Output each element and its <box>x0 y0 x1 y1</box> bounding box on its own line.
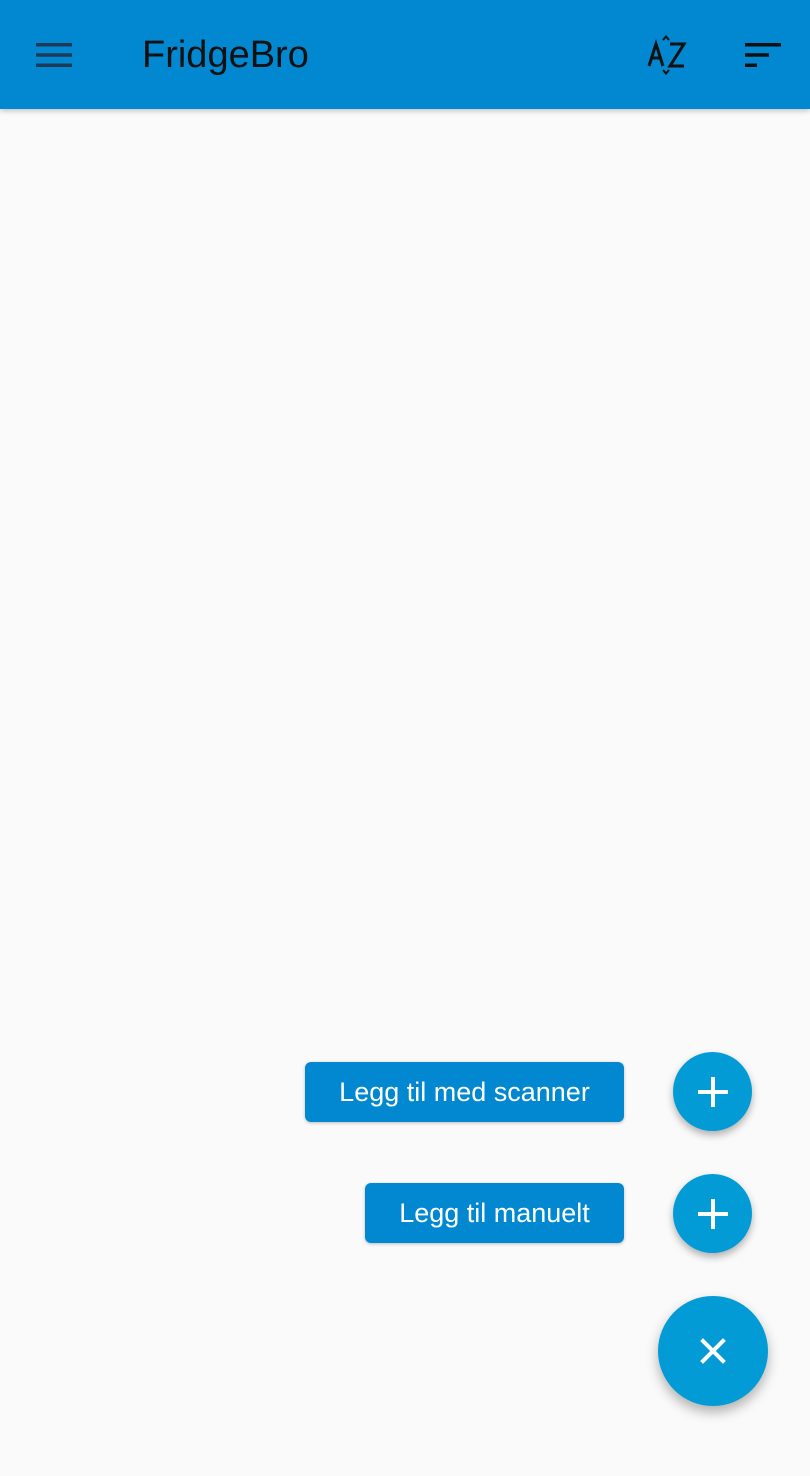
sort-icon <box>745 43 781 67</box>
close-icon <box>700 1338 726 1364</box>
sort-alphabetical-button[interactable] <box>640 27 696 83</box>
add-manually-button[interactable] <box>673 1174 752 1253</box>
sort-button[interactable] <box>735 27 791 83</box>
hamburger-menu-icon <box>36 43 72 67</box>
close-fab-menu-button[interactable] <box>658 1296 768 1406</box>
plus-icon <box>697 1198 728 1229</box>
app-bar: FridgeBro <box>0 0 810 109</box>
content-area <box>0 109 810 1476</box>
menu-button[interactable] <box>26 27 82 83</box>
app-title: FridgeBro <box>142 34 309 76</box>
add-manually-label[interactable]: Legg til manuelt <box>365 1183 624 1243</box>
add-with-scanner-button[interactable] <box>673 1052 752 1131</box>
sort-alphabetical-icon <box>647 34 687 76</box>
plus-icon <box>697 1076 728 1107</box>
app-screen: FridgeBro Legg til med scanner Legg til … <box>0 0 810 1476</box>
add-with-scanner-label[interactable]: Legg til med scanner <box>305 1062 624 1122</box>
